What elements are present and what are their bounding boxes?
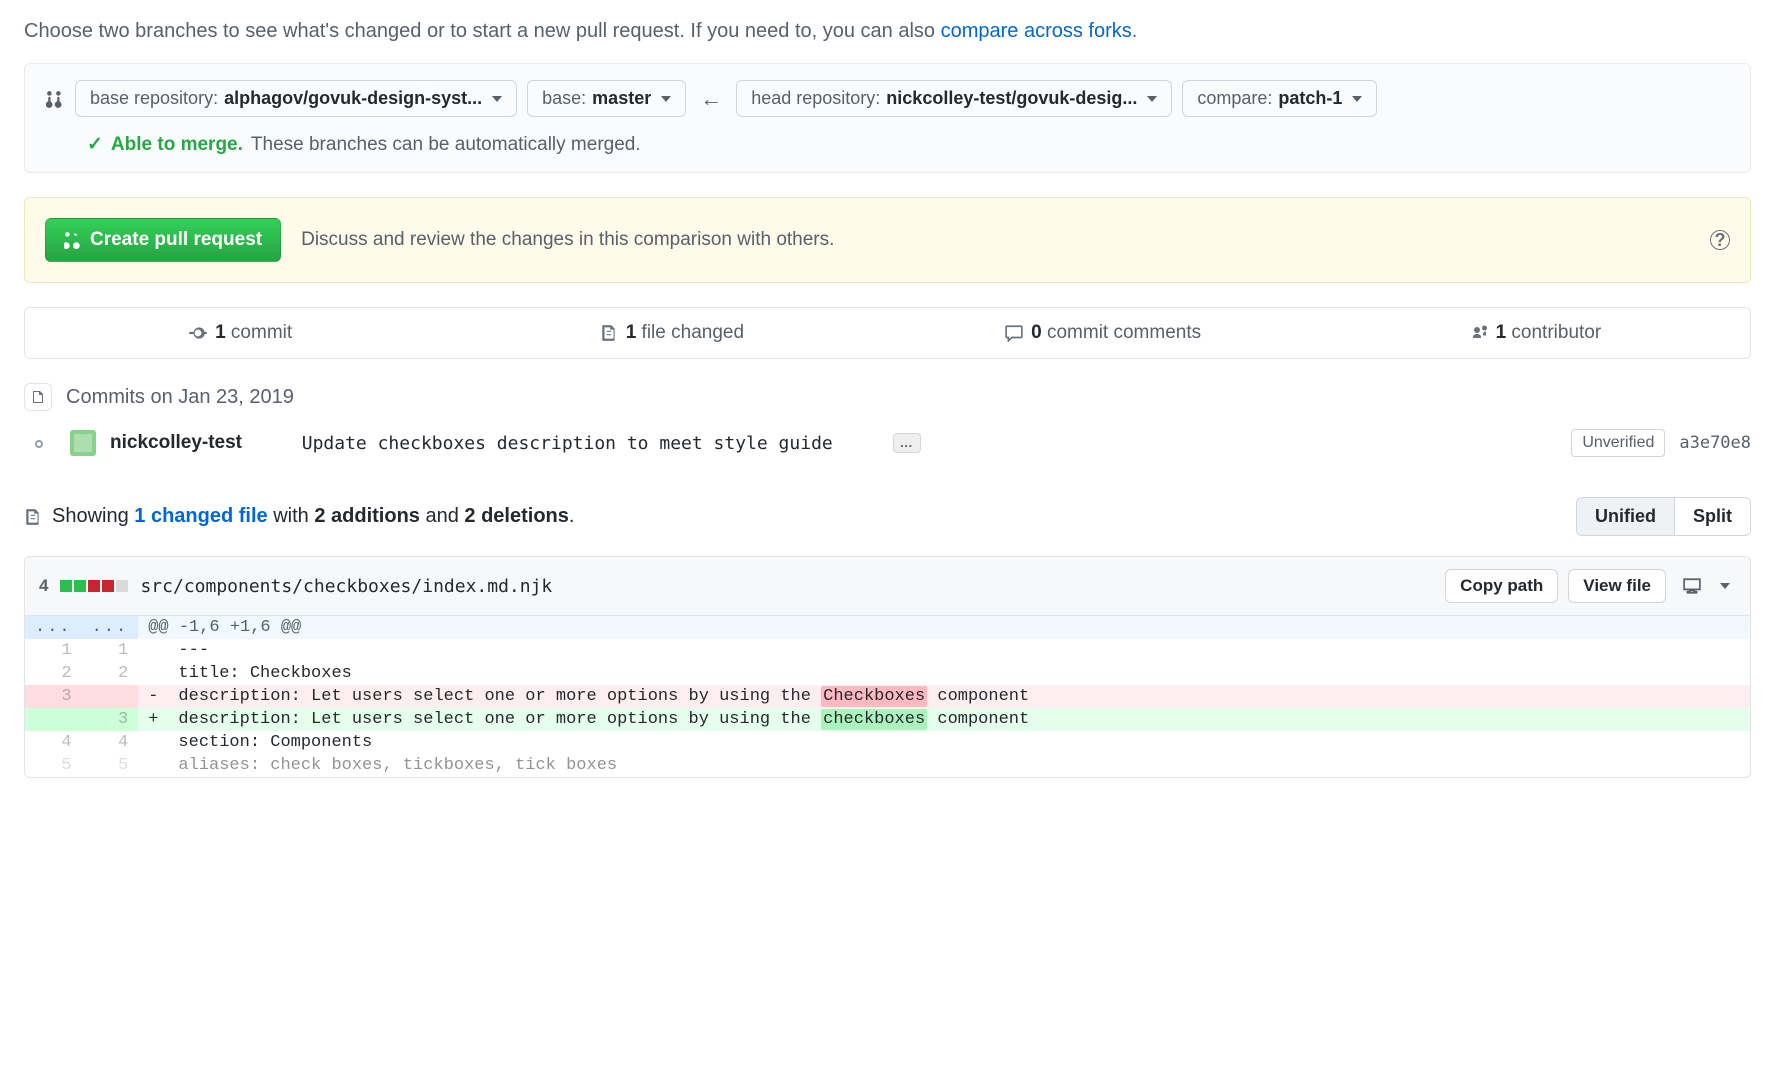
file-header: 4 src/components/checkboxes/index.md.njk… <box>25 557 1750 616</box>
diff-line: 44section: Components <box>25 731 1750 754</box>
comment-icon <box>1005 324 1023 342</box>
chevron-down-icon <box>492 96 502 102</box>
commit-row: nickcolley-test Update checkboxes descri… <box>24 429 1751 457</box>
compare-box: base repository: alphagov/govuk-design-s… <box>24 63 1751 173</box>
intro-text: Choose two branches to see what's change… <box>24 20 1751 43</box>
commit-sha-link[interactable]: a3e70e8 <box>1679 433 1751 453</box>
timeline-dot-icon <box>35 440 43 448</box>
chevron-down-icon <box>1147 96 1157 102</box>
hunk-header: ......@@ -1,6 +1,6 @@ <box>25 616 1750 639</box>
file-diff-icon <box>600 324 618 342</box>
diff-line: 11--- <box>25 639 1750 662</box>
file-diff-icon <box>24 508 42 526</box>
avatar[interactable] <box>70 430 96 456</box>
stats-row: 1 commit 1 file changed 0 commit comment… <box>24 307 1751 359</box>
commits-section: Commits on Jan 23, 2019 nickcolley-test … <box>24 383 1751 457</box>
compare-across-forks-link[interactable]: compare across forks <box>941 20 1132 42</box>
arrow-left-icon: ← <box>696 86 726 112</box>
file-block: 4 src/components/checkboxes/index.md.njk… <box>24 556 1751 778</box>
device-desktop-icon[interactable] <box>1682 577 1702 595</box>
help-icon[interactable]: ? <box>1710 230 1730 250</box>
pr-discuss-text: Discuss and review the changes in this c… <box>301 229 1690 251</box>
stat-commits[interactable]: 1 commit <box>25 308 456 358</box>
copy-path-button[interactable]: Copy path <box>1445 569 1558 603</box>
stat-files[interactable]: 1 file changed <box>456 308 887 358</box>
head-repo-selector[interactable]: head repository: nickcolley-test/govuk-d… <box>736 80 1172 117</box>
commit-more-button[interactable]: … <box>893 433 921 452</box>
create-pull-request-button[interactable]: Create pull request <box>45 218 281 262</box>
files-summary-text: Showing 1 changed file with 2 additions … <box>24 505 574 528</box>
git-pull-request-icon <box>64 231 82 249</box>
commits-date-header: Commits on Jan 23, 2019 <box>24 383 1751 411</box>
unified-view-button[interactable]: Unified <box>1577 498 1675 535</box>
diff-view-toggle: Unified Split <box>1576 497 1751 536</box>
verification-badge[interactable]: Unverified <box>1571 429 1665 457</box>
people-icon <box>1468 324 1488 342</box>
base-repo-selector[interactable]: base repository: alphagov/govuk-design-s… <box>75 80 517 117</box>
diff-line: 22title: Checkboxes <box>25 662 1750 685</box>
stat-contributors[interactable]: 1 contributor <box>1319 308 1750 358</box>
stat-comments[interactable]: 0 commit comments <box>888 308 1319 358</box>
file-path[interactable]: src/components/checkboxes/index.md.njk <box>140 576 552 597</box>
chevron-down-icon <box>1352 96 1362 102</box>
check-icon: ✓ <box>87 133 103 156</box>
compare-icon <box>45 89 65 109</box>
view-file-button[interactable]: View file <box>1568 569 1666 603</box>
commit-author-link[interactable]: nickcolley-test <box>110 432 242 454</box>
diffstat-count: 4 <box>39 576 48 596</box>
diff-table: ......@@ -1,6 +1,6 @@ 11--- 22title: Che… <box>25 616 1750 777</box>
diff-line-addition: 3+description: Let users select one or m… <box>25 708 1750 731</box>
merge-status: ✓ Able to merge. These branches can be a… <box>45 133 1730 156</box>
repo-push-icon <box>24 383 52 411</box>
changed-file-link[interactable]: 1 changed file <box>134 505 267 527</box>
commit-message[interactable]: Update checkboxes description to meet st… <box>256 433 879 454</box>
split-view-button[interactable]: Split <box>1675 498 1750 535</box>
diff-line: 55aliases: check boxes, tickboxes, tick … <box>25 754 1750 777</box>
diff-line-deletion: 3-description: Let users select one or m… <box>25 685 1750 708</box>
compare-branch-selector[interactable]: compare: patch-1 <box>1182 80 1377 117</box>
base-branch-selector[interactable]: base: master <box>527 80 686 117</box>
commit-icon <box>189 324 207 342</box>
chevron-down-icon <box>661 96 671 102</box>
chevron-down-icon[interactable] <box>1720 583 1730 589</box>
diffstat-blocks <box>60 580 128 592</box>
files-header: Showing 1 changed file with 2 additions … <box>24 497 1751 536</box>
create-pr-box: Create pull request Discuss and review t… <box>24 197 1751 283</box>
